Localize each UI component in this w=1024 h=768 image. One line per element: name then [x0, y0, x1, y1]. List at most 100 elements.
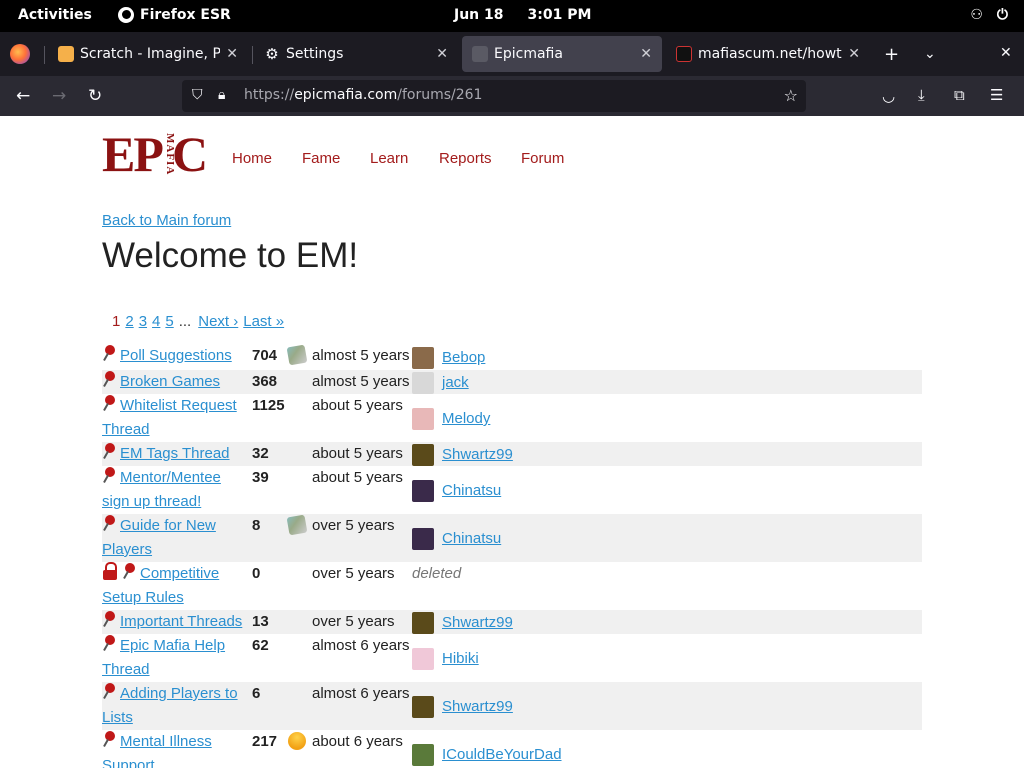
pocket-icon[interactable]: ◡ [882, 87, 895, 105]
back-icon[interactable]: ← [16, 86, 30, 106]
thread-row: Important Threads 13 over 5 years Shwartz99 [102, 610, 922, 634]
power-icon[interactable]: ⏻ [997, 7, 1008, 23]
avatar[interactable] [412, 648, 434, 670]
thread-title-link[interactable]: Poll Suggestions [120, 347, 232, 364]
app-menu[interactable]: Firefox ESR [118, 7, 231, 23]
tab-scratch[interactable]: Scratch - Imagine, Prog ✕ [48, 36, 248, 72]
thread-row: Whitelist Request Thread 1125 about 5 year… [102, 394, 922, 442]
thread-last-poster[interactable]: Melody [442, 407, 490, 431]
thread-last-poster[interactable]: jack [442, 371, 469, 395]
pager-page[interactable]: 2 [125, 313, 133, 330]
nav-fame[interactable]: Fame [302, 150, 340, 167]
back-to-main-forum-link[interactable]: Back to Main forum [102, 212, 231, 229]
nav-forum[interactable]: Forum [521, 150, 564, 167]
downloads-icon[interactable]: ⤓ [918, 86, 925, 104]
url-path: /forums/261 [397, 87, 483, 103]
thread-post-count: 0 [252, 565, 261, 582]
lock-icon [102, 562, 118, 580]
thread-title-link[interactable]: Broken Games [120, 373, 220, 390]
thread-title-link[interactable]: Mentor/Mentee sign up thread! [102, 469, 221, 510]
accessibility-icon[interactable]: ⚇ [970, 7, 983, 23]
forward-icon[interactable]: → [52, 86, 66, 106]
thread-row: EM Tags Thread 32 about 5 years Shwartz99 [102, 442, 922, 466]
pin-icon [102, 466, 118, 484]
extensions-icon[interactable]: ⧉ [954, 86, 965, 104]
thread-list: Poll Suggestions 704 almost 5 years Bebop Br… [102, 344, 922, 768]
pager-next[interactable]: Next › [198, 313, 238, 330]
activities-button[interactable]: Activities [18, 7, 92, 23]
nav-learn[interactable]: Learn [370, 150, 408, 167]
close-tab-icon[interactable]: ✕ [436, 46, 448, 62]
thread-row: Broken Games 368 almost 5 years jack [102, 370, 922, 394]
list-tabs-icon[interactable]: ⌄ [924, 46, 936, 62]
thread-title-link[interactable]: EM Tags Thread [120, 445, 230, 462]
thread-last-poster[interactable]: Shwartz99 [442, 611, 513, 635]
pager-ellipsis: ... [178, 313, 192, 330]
pager-page[interactable]: 3 [139, 313, 147, 330]
thread-title-link[interactable]: Guide for New Players [102, 517, 216, 558]
pin-icon [102, 730, 118, 748]
firefox-view-icon[interactable] [10, 44, 30, 64]
thread-last-poster[interactable]: Bebop [442, 346, 485, 370]
thread-title-link[interactable]: Epic Mafia Help Thread [102, 637, 225, 678]
close-window-icon[interactable]: ✕ [1000, 45, 1012, 61]
clock[interactable]: Jun 18 3:01 PM [454, 7, 591, 23]
pager-page[interactable]: 5 [165, 313, 173, 330]
firefox-icon [118, 7, 134, 23]
system-top-bar: Activities Firefox ESR Jun 18 3:01 PM ⚇ … [0, 0, 1024, 32]
avatar[interactable] [412, 480, 434, 502]
shield-icon[interactable]: ⛉ [192, 87, 203, 103]
avatar[interactable] [412, 696, 434, 718]
pin-icon [102, 344, 118, 362]
thread-title-link[interactable]: Adding Players to Lists [102, 685, 238, 726]
avatar[interactable] [412, 408, 434, 430]
close-tab-icon[interactable]: ✕ [640, 46, 652, 62]
avatar[interactable] [412, 444, 434, 466]
pin-icon [102, 610, 118, 628]
system-tray[interactable]: ⚇ ⏻ [970, 7, 1008, 23]
thread-post-count: 13 [252, 613, 269, 630]
thread-title-link[interactable]: Whitelist Request Thread [102, 397, 237, 438]
menu-icon[interactable]: ☰ [990, 86, 1003, 104]
thread-age: about 5 years [312, 445, 403, 462]
avatar[interactable] [412, 372, 434, 394]
nav-reports[interactable]: Reports [439, 150, 492, 167]
avatar[interactable] [412, 347, 434, 369]
thread-title-link[interactable]: Mental Illness Support [102, 733, 212, 768]
new-tab-icon[interactable]: + [884, 44, 899, 65]
thread-row: Mental Illness Support 217 about 6 years IC… [102, 730, 922, 768]
thread-last-poster[interactable]: Shwartz99 [442, 443, 513, 467]
thread-title-link[interactable]: Competitive Setup Rules [102, 565, 219, 606]
close-tab-icon[interactable]: ✕ [848, 46, 860, 62]
thread-title-cell: Adding Players to Lists [102, 682, 250, 730]
pager-last[interactable]: Last » [243, 313, 284, 330]
pager-page[interactable]: 4 [152, 313, 160, 330]
thread-row: Guide for New Players 8 over 5 years Chinat… [102, 514, 922, 562]
reload-icon[interactable]: ↻ [88, 86, 102, 106]
lock-icon[interactable]: 🔒︎ [218, 87, 225, 103]
pin-icon [102, 634, 118, 652]
thread-row: Competitive Setup Rules 0 over 5 years dele… [102, 562, 922, 610]
avatar[interactable] [412, 528, 434, 550]
thread-last-poster[interactable]: ICouldBeYourDad [442, 743, 562, 767]
clock-date: Jun 18 [454, 7, 504, 23]
url-bar[interactable]: ⛉ 🔒︎ https://epicmafia.com/forums/261 ☆ [182, 80, 806, 112]
tab-epicmafia[interactable]: Epicmafia ✕ [462, 36, 662, 72]
thread-title-link[interactable]: Important Threads [120, 613, 242, 630]
thread-last-poster[interactable]: Chinatsu [442, 527, 501, 551]
scroll-badge-icon [286, 344, 308, 366]
epicmafia-logo[interactable]: EP MAFIA C [102, 129, 208, 179]
thread-last-poster[interactable]: Hibiki [442, 647, 479, 671]
thread-last-poster[interactable]: Shwartz99 [442, 695, 513, 719]
nav-home[interactable]: Home [232, 150, 272, 167]
thread-post-count: 8 [252, 517, 261, 534]
url-text[interactable]: https://epicmafia.com/forums/261 [244, 87, 482, 103]
close-tab-icon[interactable]: ✕ [226, 46, 238, 62]
thread-title-cell: Mentor/Mentee sign up thread! [102, 466, 250, 514]
avatar[interactable] [412, 744, 434, 766]
thread-last-poster[interactable]: Chinatsu [442, 479, 501, 503]
avatar[interactable] [412, 612, 434, 634]
tab-settings[interactable]: ⚙ Settings ✕ [254, 36, 458, 72]
bookmark-star-icon[interactable]: ☆ [784, 86, 798, 105]
tab-mafiascum[interactable]: mafiascum.net/howto| ✕ [666, 36, 870, 72]
